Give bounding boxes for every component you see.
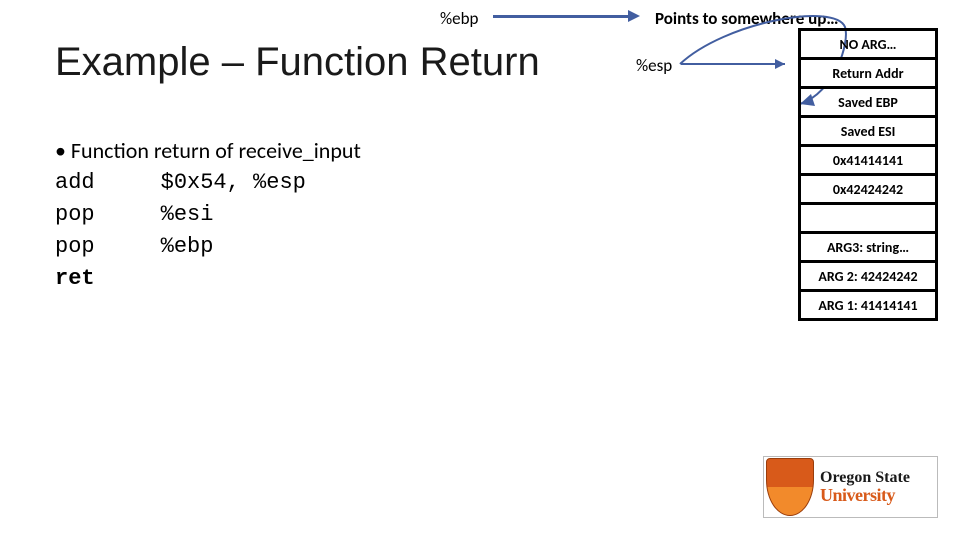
logo-line2: University [820, 486, 910, 504]
shield-icon [766, 458, 814, 516]
logo-line1: Oregon State [820, 470, 910, 486]
stack-cell-saved-ebp: Saved EBP [798, 86, 938, 118]
code-line-2: pop %esi [55, 199, 361, 231]
stack-cell-arg2: ARG 2: 42424242 [798, 260, 938, 292]
arrow-caption: Points to somewhere up… [655, 8, 838, 29]
code-line-3: pop %ebp [55, 231, 361, 263]
code-line-1: add $0x54, %esp [55, 167, 361, 199]
slide-body: • Function return of receive_input add $… [55, 135, 361, 294]
osu-logo: Oregon State University [763, 456, 938, 518]
arrow-line [493, 15, 633, 18]
stack-cell-val1: 0x41414141 [798, 144, 938, 176]
slide-title: Example – Function Return [55, 40, 540, 85]
stack-cell-saved-esi: Saved ESI [798, 115, 938, 147]
esp-pointer-label: %esp [636, 55, 672, 76]
stack-cell-return-addr: Return Addr [798, 57, 938, 89]
stack-cell-noarg: NO ARG… [798, 28, 938, 60]
stack-diagram: NO ARG… Return Addr Saved EBP Saved ESI … [798, 28, 938, 318]
logo-text: Oregon State University [820, 470, 910, 504]
bullet-line: • Function return of receive_input [55, 135, 361, 167]
code-line-4: ret [55, 263, 361, 295]
ebp-pointer-label: %ebp [440, 8, 478, 29]
stack-cell-val2: 0x42424242 [798, 173, 938, 205]
stack-cell-arg3: ARG3: string… [798, 231, 938, 263]
stack-cell-empty [798, 202, 938, 234]
stack-cell-arg1: ARG 1: 41414141 [798, 289, 938, 321]
arrow-head-icon [628, 10, 640, 22]
